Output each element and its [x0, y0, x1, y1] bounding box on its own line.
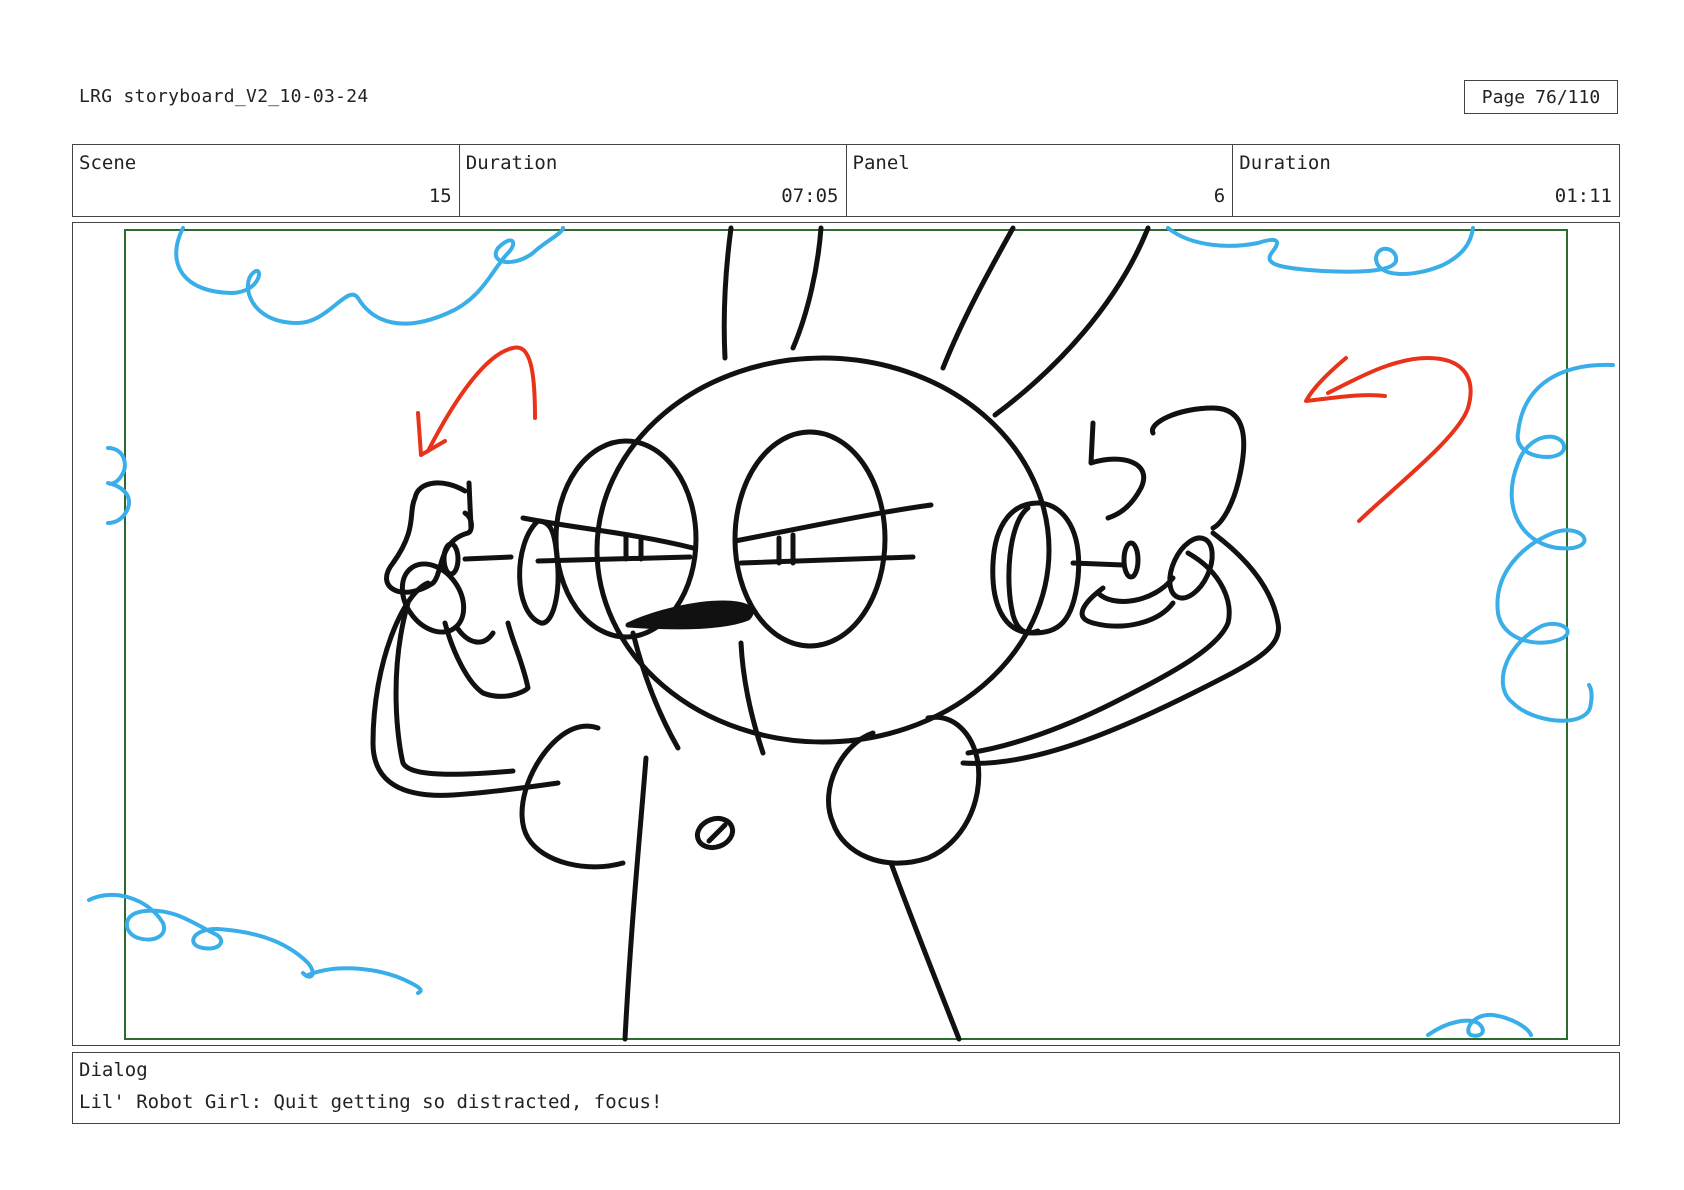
dialog-text: Lil' Robot Girl: Quit getting so distrac…: [79, 1091, 663, 1113]
scene-duration-label: Duration: [465, 152, 558, 174]
dialog-box: Dialog Lil' Robot Girl: Quit getting so …: [72, 1052, 1620, 1124]
dialog-label: Dialog: [79, 1059, 148, 1081]
page-label: Page: [1481, 86, 1526, 108]
page-indicator: Page 76/110: [1464, 80, 1618, 114]
panel-duration-cell: Duration 01:11: [1233, 145, 1619, 216]
scene-label: Scene: [79, 152, 137, 174]
scene-cell: Scene 15: [73, 145, 460, 216]
page-number: 76/110: [1535, 86, 1601, 108]
motion-arrows: [416, 345, 1473, 523]
panel-duration-value: 01:11: [1554, 185, 1612, 207]
storyboard-drawing: [87, 225, 1615, 1042]
panel-info-table: Scene 15 Duration 07:05 Panel 6 Duration…: [72, 144, 1620, 217]
scene-duration-cell: Duration 07:05: [460, 145, 847, 216]
storyboard-frame: [72, 222, 1620, 1046]
panel-duration-label: Duration: [1239, 152, 1331, 174]
scene-duration-value: 07:05: [781, 185, 839, 207]
scene-value: 15: [428, 185, 452, 207]
panel-cell: Panel 6: [847, 145, 1234, 216]
document-title: LRG storyboard_V2_10-03-24: [79, 86, 369, 107]
panel-label: Panel: [852, 152, 910, 174]
panel-value: 6: [1213, 185, 1226, 207]
